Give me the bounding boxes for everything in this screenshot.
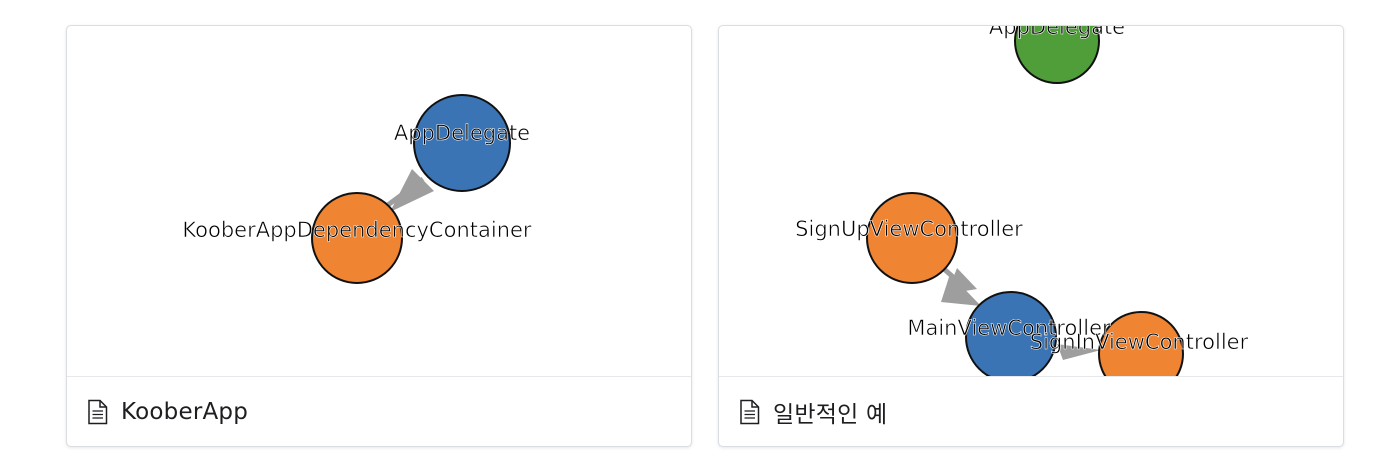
card-title: KooberApp xyxy=(121,398,249,425)
node-label-sign-up-view-controller: SignUpViewController xyxy=(795,217,1023,241)
node-label-koober-container: KooberAppDependencyContainer xyxy=(182,218,532,242)
graph-svg: AppDelegate SignUpViewController MainVie… xyxy=(795,26,1249,376)
card-title: 일반적인 예 xyxy=(773,401,888,428)
general-example-card[interactable]: AppDelegate SignUpViewController MainVie… xyxy=(718,25,1344,447)
card-footer[interactable]: 일반적인 예 xyxy=(719,376,1343,446)
node-label-sign-in-view-controller: SignInViewController xyxy=(1030,330,1249,354)
koober-app-card[interactable]: AppDelegate KooberAppDependencyContainer… xyxy=(66,25,692,447)
document-icon xyxy=(88,399,108,424)
card-footer[interactable]: KooberApp xyxy=(67,376,691,446)
node-label-app-delegate: AppDelegate xyxy=(394,121,530,145)
dependency-graph-preview: AppDelegate SignUpViewController MainVie… xyxy=(719,26,1343,376)
dependency-graph-preview: AppDelegate KooberAppDependencyContainer xyxy=(67,26,691,376)
node-label-app-delegate: AppDelegate xyxy=(989,26,1125,39)
graph-svg: AppDelegate KooberAppDependencyContainer xyxy=(182,94,532,284)
document-icon xyxy=(740,399,760,424)
